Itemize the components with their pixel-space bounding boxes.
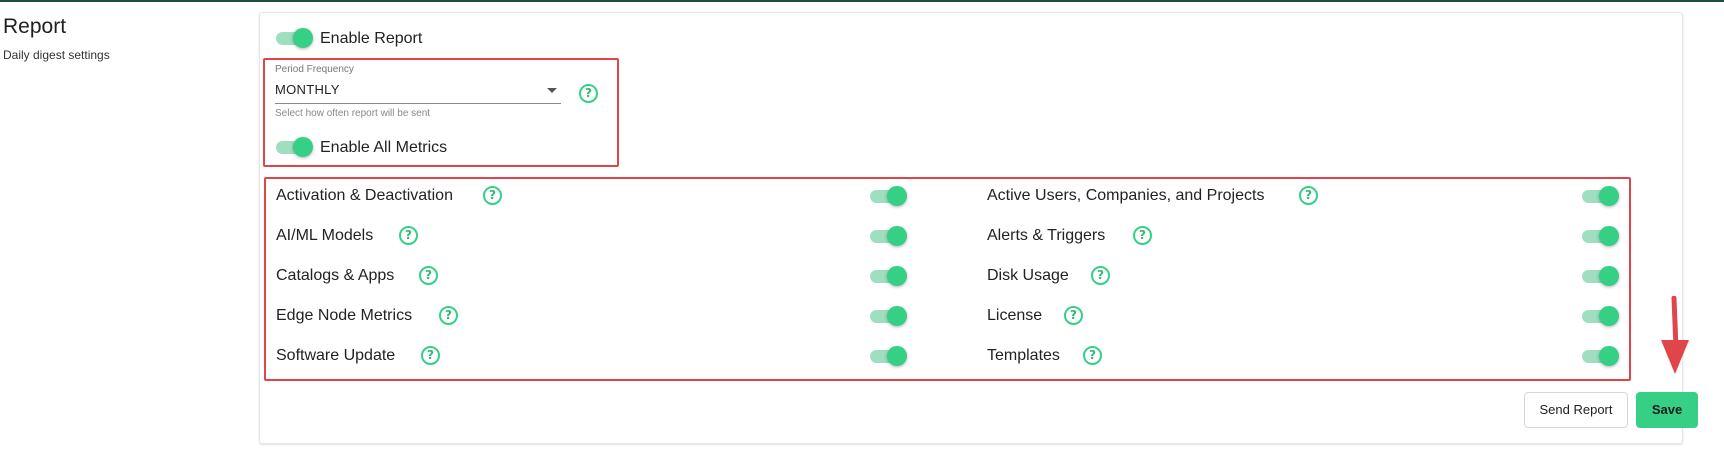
save-button[interactable]: Save	[1636, 392, 1698, 428]
annotation-box	[263, 58, 619, 167]
enable-report-label: Enable Report	[320, 30, 423, 47]
page-title: Report	[3, 15, 67, 38]
enable-report-toggle[interactable]	[276, 27, 313, 49]
section-header: Report Daily digest settings	[3, 14, 253, 62]
top-border	[0, 0, 1724, 2]
send-report-button[interactable]: Send Report	[1524, 392, 1628, 428]
arrow-down-annotation	[1661, 296, 1689, 374]
page-subtitle: Daily digest settings	[3, 48, 110, 62]
annotation-box	[264, 177, 1631, 381]
